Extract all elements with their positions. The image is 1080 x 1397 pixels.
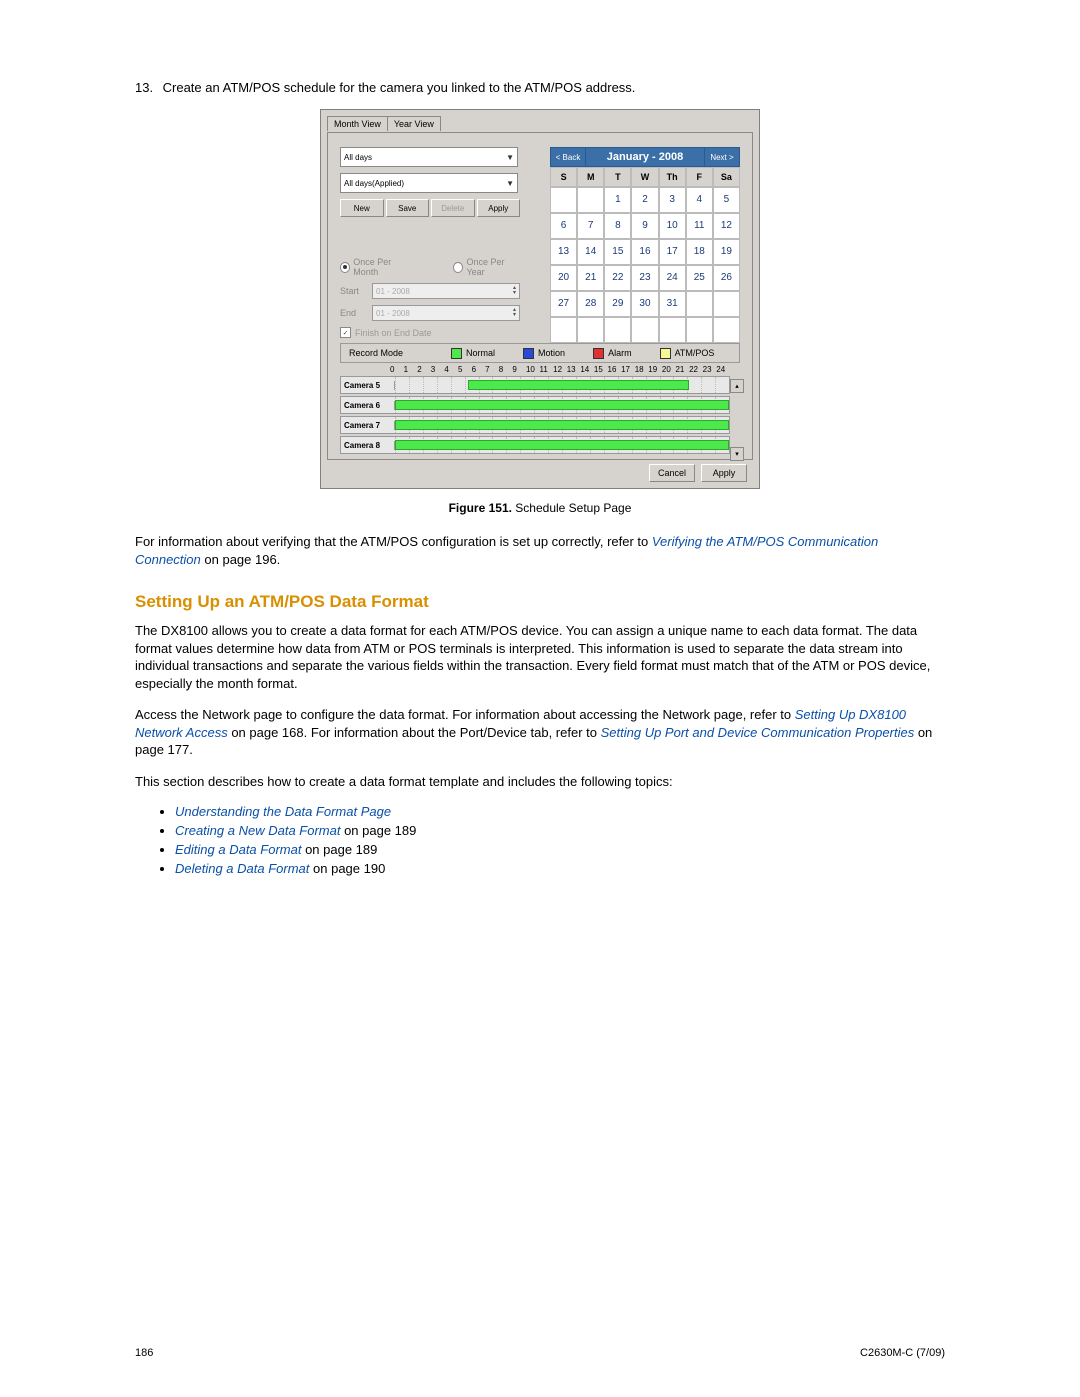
schedule-setup-screenshot: Month View Year View All days▼ All days(… <box>320 109 760 489</box>
calendar-day[interactable]: 17 <box>659 239 686 265</box>
calendar-day[interactable]: 12 <box>713 213 740 239</box>
calendar-day[interactable]: 11 <box>686 213 713 239</box>
legend-item: Alarm <box>593 348 632 359</box>
legend-item: Normal <box>451 348 495 359</box>
topic-item: Creating a New Data Format on page 189 <box>175 823 945 838</box>
calendar-day[interactable]: 23 <box>631 265 658 291</box>
calendar-day[interactable]: 20 <box>550 265 577 291</box>
calendar-day[interactable]: 19 <box>713 239 740 265</box>
calendar-back-button[interactable]: < Back <box>550 147 586 167</box>
access-para: Access the Network page to configure the… <box>135 706 945 759</box>
calendar-day[interactable]: 13 <box>550 239 577 265</box>
calendar-dow: W <box>631 167 658 187</box>
dialog-cancel-button[interactable]: Cancel <box>649 464 695 482</box>
finish-on-end-date-checkbox[interactable]: ✓Finish on End Date <box>340 327 520 338</box>
camera-timeline-row[interactable]: Camera 5 <box>340 376 730 394</box>
camera-timeline-row[interactable]: Camera 6 <box>340 396 730 414</box>
calendar-dow: F <box>686 167 713 187</box>
calendar-day[interactable]: 31 <box>659 291 686 317</box>
calendar-next-button[interactable]: Next > <box>704 147 740 167</box>
calendar-day[interactable]: 14 <box>577 239 604 265</box>
intro-para: The DX8100 allows you to create a data f… <box>135 622 945 692</box>
step-text: Create an ATM/POS schedule for the camer… <box>163 80 636 95</box>
calendar-day[interactable]: 10 <box>659 213 686 239</box>
page-number: 186 <box>135 1347 153 1359</box>
scroll-down-button[interactable]: ▾ <box>730 447 744 461</box>
save-button[interactable]: Save <box>386 199 430 217</box>
section-heading: Setting Up an ATM/POS Data Format <box>135 592 945 612</box>
calendar-day[interactable]: 18 <box>686 239 713 265</box>
calendar-dow: S <box>550 167 577 187</box>
select-all-days[interactable]: All days▼ <box>340 147 518 167</box>
calendar-day[interactable]: 6 <box>550 213 577 239</box>
calendar-day[interactable]: 24 <box>659 265 686 291</box>
dialog-apply-button[interactable]: Apply <box>701 464 747 482</box>
verify-para: For information about verifying that the… <box>135 533 945 568</box>
step-13: 13. Create an ATM/POS schedule for the c… <box>135 80 945 95</box>
legend-item: Motion <box>523 348 565 359</box>
calendar-day[interactable]: 26 <box>713 265 740 291</box>
calendar-day[interactable]: 30 <box>631 291 658 317</box>
topic-link[interactable]: Creating a New Data Format <box>175 823 340 838</box>
calendar-day[interactable]: 7 <box>577 213 604 239</box>
calendar-day[interactable]: 9 <box>631 213 658 239</box>
topic-item: Deleting a Data Format on page 190 <box>175 861 945 876</box>
calendar-dow: M <box>577 167 604 187</box>
legend-item: ATM/POS <box>660 348 715 359</box>
topics-intro: This section describes how to create a d… <box>135 773 945 791</box>
figure-caption: Figure 151. Schedule Setup Page <box>135 501 945 515</box>
camera-timeline-row[interactable]: Camera 8 <box>340 436 730 454</box>
select-all-days-applied[interactable]: All days(Applied)▼ <box>340 173 518 193</box>
calendar-dow: Sa <box>713 167 740 187</box>
radio-once-per-month[interactable]: Once Per Month <box>340 257 413 277</box>
start-date-input[interactable]: 01 - 2008▴▾ <box>372 283 520 299</box>
calendar-day[interactable]: 1 <box>604 187 631 213</box>
end-label: End <box>340 308 366 318</box>
tab-year-view[interactable]: Year View <box>387 116 441 131</box>
calendar-dow: Th <box>659 167 686 187</box>
calendar-day[interactable]: 29 <box>604 291 631 317</box>
page-footer: 186 C2630M-C (7/09) <box>135 1347 945 1359</box>
calendar-title: January - 2008 <box>586 147 704 167</box>
step-number: 13. <box>135 80 159 95</box>
end-date-input[interactable]: 01 - 2008▴▾ <box>372 305 520 321</box>
calendar-day[interactable]: 22 <box>604 265 631 291</box>
start-label: Start <box>340 286 366 296</box>
calendar-day[interactable]: 27 <box>550 291 577 317</box>
calendar-day[interactable]: 3 <box>659 187 686 213</box>
calendar-day[interactable]: 16 <box>631 239 658 265</box>
radio-once-per-year[interactable]: Once Per Year <box>453 257 520 277</box>
apply-button[interactable]: Apply <box>477 199 521 217</box>
calendar-day[interactable]: 5 <box>713 187 740 213</box>
topics-list: Understanding the Data Format Page Creati… <box>135 804 945 876</box>
topic-link[interactable]: Editing a Data Format <box>175 842 301 857</box>
calendar-day[interactable]: 4 <box>686 187 713 213</box>
chevron-down-icon: ▼ <box>506 153 514 162</box>
scroll-up-button[interactable]: ▴ <box>730 379 744 393</box>
calendar-day[interactable]: 25 <box>686 265 713 291</box>
chevron-down-icon: ▼ <box>506 179 514 188</box>
link-port-device[interactable]: Setting Up Port and Device Communication… <box>601 725 915 740</box>
calendar-day[interactable]: 8 <box>604 213 631 239</box>
delete-button[interactable]: Delete <box>431 199 475 217</box>
doc-id: C2630M-C (7/09) <box>860 1347 945 1359</box>
topic-item: Understanding the Data Format Page <box>175 804 945 819</box>
calendar-dow: T <box>604 167 631 187</box>
topic-item: Editing a Data Format on page 189 <box>175 842 945 857</box>
calendar-day[interactable]: 2 <box>631 187 658 213</box>
calendar-day[interactable]: 21 <box>577 265 604 291</box>
record-mode-legend: Record Mode NormalMotionAlarmATM/POS <box>340 343 740 363</box>
topic-link[interactable]: Understanding the Data Format Page <box>175 804 391 819</box>
camera-timeline-row[interactable]: Camera 7 <box>340 416 730 434</box>
tab-month-view[interactable]: Month View <box>327 116 388 131</box>
calendar-day[interactable]: 15 <box>604 239 631 265</box>
calendar: < Back January - 2008 Next > SMTWThFSa..… <box>550 147 740 343</box>
calendar-day[interactable]: 28 <box>577 291 604 317</box>
new-button[interactable]: New <box>340 199 384 217</box>
topic-link[interactable]: Deleting a Data Format <box>175 861 309 876</box>
